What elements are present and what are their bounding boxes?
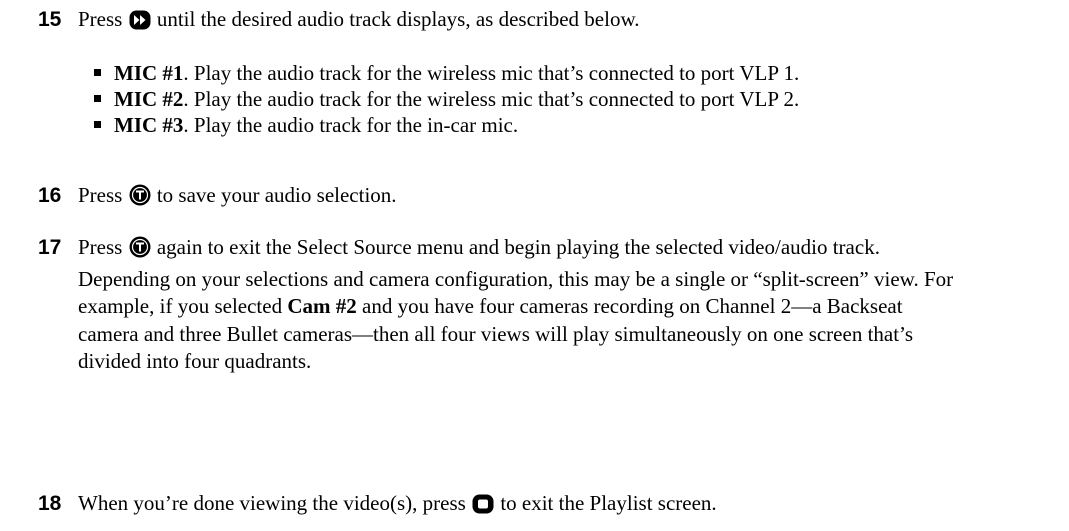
audio-track-list: MIC #1. Play the audio track for the wir… (94, 60, 994, 138)
step-number: 17 (38, 236, 62, 259)
step-number: 15 (38, 8, 62, 31)
step-number: 16 (38, 184, 62, 207)
fast-forward-button-icon (129, 10, 151, 38)
bullet-text: . Play the audio track for the wireless … (183, 61, 800, 85)
t-button-icon (129, 184, 151, 214)
bullet-icon (94, 95, 101, 102)
bullet-term: MIC #2 (114, 87, 184, 111)
step-text-before: Press (78, 235, 123, 259)
bullet-icon (94, 121, 101, 128)
step-text-after: to save your audio selection. (156, 183, 397, 207)
step-text: Press to save your audio selection. (78, 182, 958, 214)
bullet-icon (94, 69, 101, 76)
bullet-text: . Play the audio track for the wireless … (183, 87, 800, 111)
step-text-bold: Cam #2 (287, 294, 357, 318)
t-button-icon (129, 236, 151, 266)
step-text-before: When you’re done viewing the video(s), p… (78, 491, 466, 515)
list-item: MIC #3. Play the audio track for the in-… (94, 112, 994, 138)
step-text-before: Press (78, 7, 123, 31)
step-text-before: Press (78, 183, 123, 207)
bullet-term: MIC #3 (114, 113, 184, 137)
stop-button-icon (472, 494, 494, 522)
step-text: Press until the desired audio track disp… (78, 6, 958, 38)
bullet-text: . Play the audio track for the in-car mi… (183, 113, 519, 137)
step-number: 18 (38, 492, 62, 515)
list-item: MIC #1. Play the audio track for the wir… (94, 60, 994, 86)
step-text: Press again to exit the Select Source me… (78, 234, 958, 376)
step-text-after: to exit the Playlist screen. (500, 491, 717, 515)
list-item: MIC #2. Play the audio track for the wir… (94, 86, 994, 112)
step-text-after: until the desired audio track displays, … (156, 7, 640, 31)
step-text: When you’re done viewing the video(s), p… (78, 490, 958, 522)
bullet-term: MIC #1 (114, 61, 184, 85)
